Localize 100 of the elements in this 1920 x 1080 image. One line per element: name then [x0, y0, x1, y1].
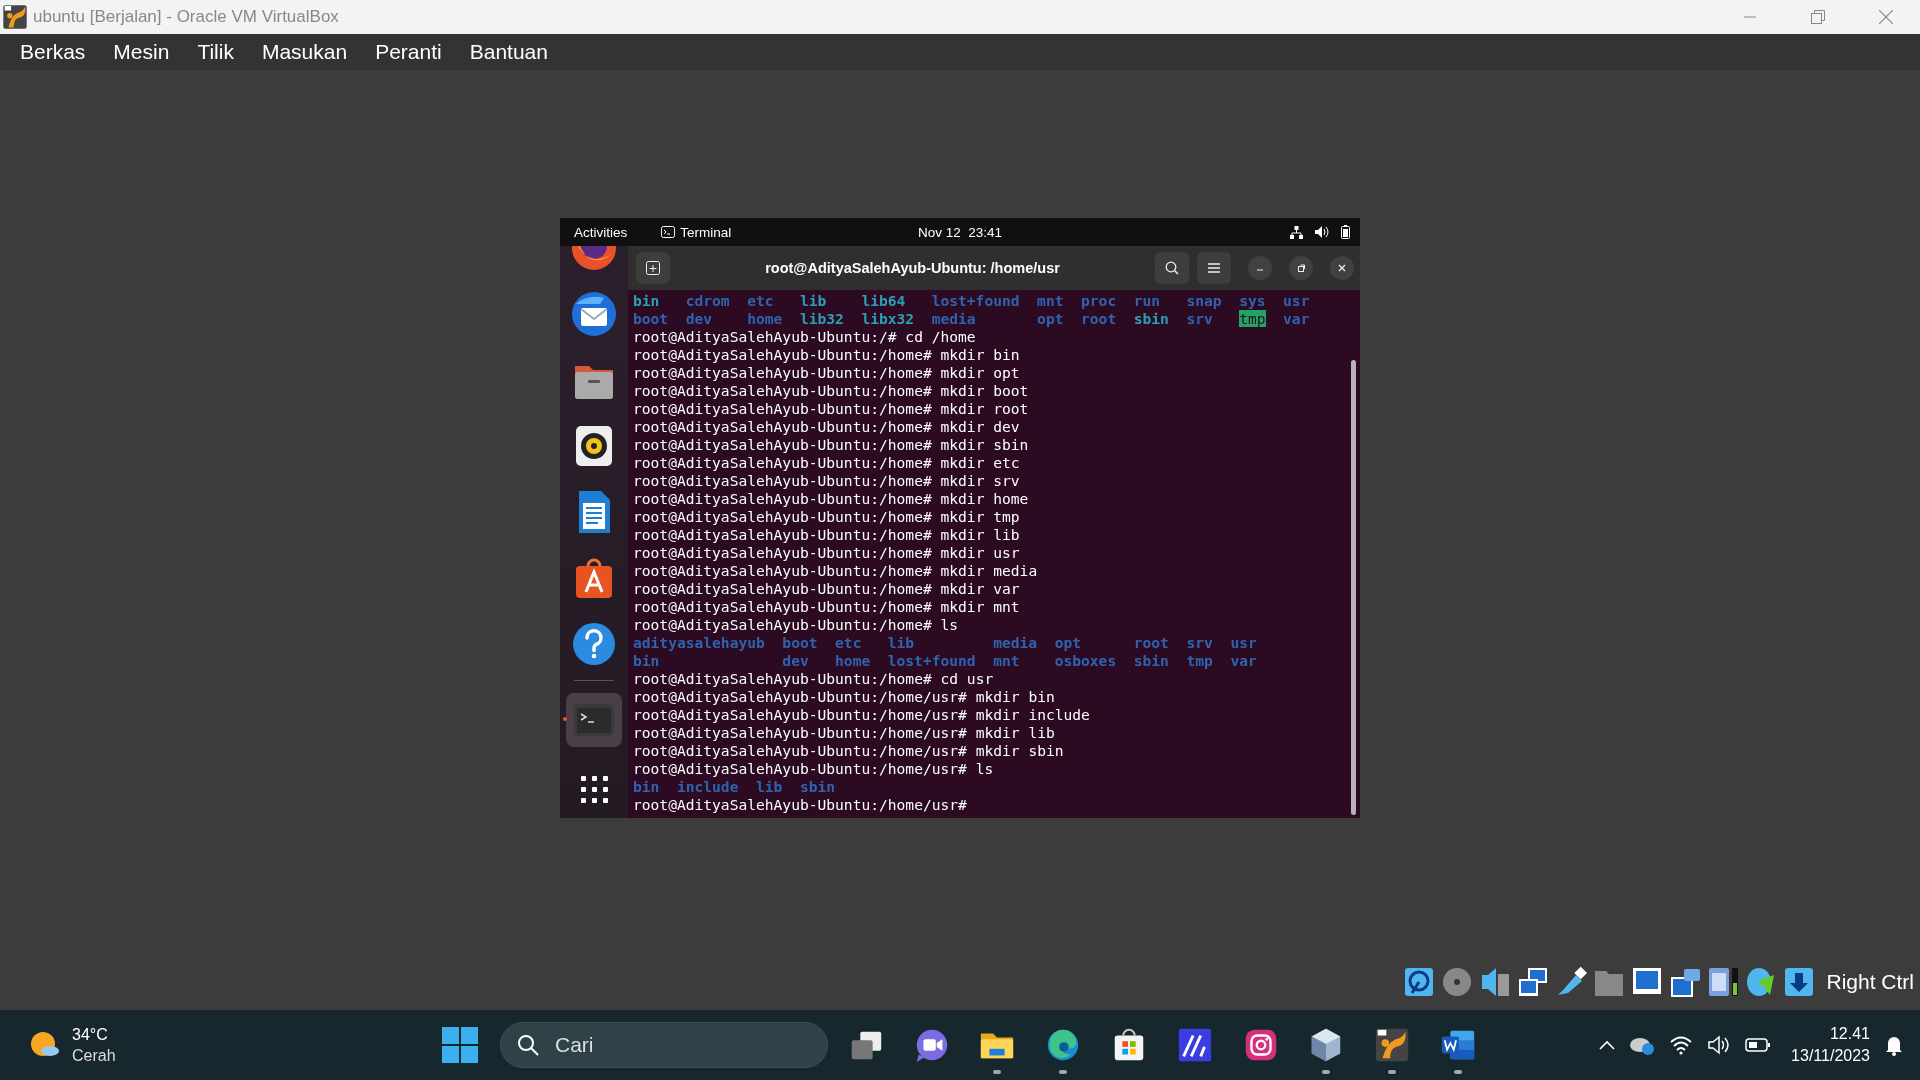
link-name: lib64 [861, 292, 906, 309]
link-name: sbin [1133, 310, 1169, 327]
activities-button[interactable]: Activities [574, 224, 628, 240]
directory-name: lost+found [931, 292, 1020, 309]
link-name: bin [633, 292, 660, 309]
volume-icon[interactable] [1315, 226, 1329, 238]
scrollbar[interactable] [1351, 360, 1356, 815]
app-menu[interactable]: Terminal [680, 224, 732, 240]
clock-time[interactable]: 12.41 [1829, 1023, 1870, 1045]
directory-name: lib [756, 778, 783, 795]
notification-bell-icon[interactable] [1884, 1034, 1904, 1056]
directory-name: srv [1186, 310, 1213, 327]
highlighted-directory-name: tmp [1239, 310, 1266, 327]
new-tab-icon [646, 261, 660, 275]
help-icon[interactable] [570, 620, 618, 668]
directory-name: media [993, 634, 1038, 651]
terminal-line: root@AdityaSalehAyub-Ubuntu:/home# mkdir bin [633, 346, 1020, 363]
terminal-line: root@AdityaSalehAyub-Ubuntu:/home# mkdir etc [633, 454, 1020, 471]
terminal-line: root@AdityaSalehAyub-Ubuntu:/home/usr# [633, 796, 967, 813]
clock-date[interactable]: 13/11/2023 [1791, 1045, 1870, 1067]
terminal-line: root@AdityaSalehAyub-Ubuntu:/home# mkdir media [633, 562, 1038, 579]
directory-name: mnt [993, 652, 1020, 669]
search-button[interactable] [1155, 252, 1189, 284]
menu-item[interactable]: Peranti [361, 38, 456, 66]
directory-name: media [931, 310, 976, 327]
terminal-line: root@AdityaSalehAyub-Ubuntu:/home/usr# mkdir lib [633, 724, 1055, 741]
terminal-line: root@AdityaSalehAyub-Ubuntu:/home# ls [633, 616, 959, 633]
directory-name: home [835, 652, 871, 669]
directory-name: srv [1186, 634, 1213, 651]
link-name: lib [799, 292, 827, 309]
host-key-label: Right Ctrl [1826, 970, 1914, 994]
search-field[interactable]: Cari [500, 1022, 828, 1068]
volume-icon[interactable] [1707, 1035, 1732, 1055]
terminal-line: root@AdityaSalehAyub-Ubuntu:/home# mkdir opt [633, 364, 1020, 381]
directory-name: include [676, 778, 739, 795]
terminal-line: root@AdityaSalehAyub-Ubuntu:/home# mkdir dev [633, 418, 1020, 435]
directory-name: dev [782, 652, 809, 669]
cloud-icon[interactable] [1629, 1035, 1656, 1055]
wifi-icon[interactable] [1669, 1035, 1694, 1055]
directory-name: lost+found [887, 652, 976, 669]
directory-name: dev [685, 310, 713, 327]
directory-name: bin [633, 652, 660, 669]
terminal-icon [661, 226, 676, 238]
directory-name: etc [747, 292, 774, 309]
terminal-line: root@AdityaSalehAyub-Ubuntu:/home/usr# mkdir sbin [633, 742, 1064, 759]
terminal-line: root@AdityaSalehAyub-Ubuntu:/home/usr# mkdir bin [633, 688, 1055, 705]
terminal-line: root@AdityaSalehAyub-Ubuntu:/home# mkdir root [633, 400, 1029, 417]
terminal-line: root@AdityaSalehAyub-Ubuntu:/home# mkdir srv [633, 472, 1020, 489]
terminal-line: root@AdityaSalehAyub-Ubuntu:/home# mkdir tmp [633, 508, 1020, 525]
terminal-line: root@AdityaSalehAyub-Ubuntu:/home# mkdir lib [633, 526, 1020, 543]
weather-condition: Cerah [72, 1046, 116, 1066]
close-button[interactable] [1330, 256, 1354, 280]
search-icon [1165, 261, 1179, 275]
directory-name: adityasalehayub [633, 634, 765, 651]
directory-name: sbin [799, 778, 836, 795]
new-tab-button[interactable] [636, 252, 670, 284]
network-icon[interactable] [1290, 225, 1303, 239]
chip-icon[interactable] [1706, 965, 1741, 999]
terminal-line: root@AdityaSalehAyub-Ubuntu:/home# mkdir sbin [633, 436, 1029, 453]
terminal-line: root@AdityaSalehAyub-Ubuntu:/home# mkdir boot [633, 382, 1029, 399]
maximize-icon [1297, 264, 1305, 272]
directory-name: opt [1054, 634, 1082, 651]
link-name: libx32 [861, 310, 915, 327]
menu-item[interactable]: Bantuan [455, 38, 562, 66]
menu-item[interactable]: Masukan [247, 38, 362, 66]
directory-name: osboxes [1054, 652, 1117, 669]
maximize-button[interactable] [1289, 256, 1313, 280]
window-title: root@AdityaSalehAyub-Ubuntu: /home/usr [764, 260, 1061, 276]
battery-icon[interactable] [1745, 1037, 1772, 1053]
directory-name: run [1133, 292, 1161, 309]
directory-name: tmp [1186, 652, 1213, 669]
menu-item[interactable]: Mesin [99, 38, 184, 66]
window-title: ubuntu [Berjalan] - Oracle VM VirtualBox [33, 7, 340, 27]
menu-item[interactable]: Berkas [6, 38, 100, 66]
link-name: lib32 [799, 310, 844, 327]
clock[interactable]: Nov 12 23:41 [917, 224, 1003, 240]
directory-name: snap [1186, 292, 1222, 309]
directory-name: sys [1239, 292, 1266, 309]
menu-item[interactable]: Tilik [183, 38, 248, 66]
directory-name: proc [1081, 292, 1117, 309]
directory-name: root [1081, 310, 1117, 327]
chevron-up-icon[interactable] [1599, 1040, 1616, 1050]
terminal-line: root@AdityaSalehAyub-Ubuntu:/home# mkdir home [633, 490, 1029, 507]
directory-name: boot [633, 310, 669, 327]
directory-name: usr [1283, 292, 1310, 309]
terminal-line: root@AdityaSalehAyub-Ubuntu:/# cd /home [633, 328, 976, 345]
battery-icon[interactable] [1341, 225, 1350, 239]
directory-name: bin [633, 778, 660, 795]
mail-icon[interactable] [570, 290, 618, 338]
temperature: 34°C [72, 1025, 109, 1045]
directory-name: cdrom [685, 292, 730, 309]
directory-name: usr [1230, 634, 1257, 651]
terminal-line: root@AdityaSalehAyub-Ubuntu:/home/usr# mkdir include [633, 706, 1090, 723]
directory-name: home [747, 310, 783, 327]
terminal-line: root@AdityaSalehAyub-Ubuntu:/home# mkdir mnt [633, 598, 1020, 615]
minimize-button[interactable] [1248, 256, 1272, 280]
menu-button[interactable] [1197, 252, 1231, 284]
close-icon [1338, 264, 1346, 272]
directory-name: root [1133, 634, 1169, 651]
directory-name: lib [887, 634, 915, 651]
